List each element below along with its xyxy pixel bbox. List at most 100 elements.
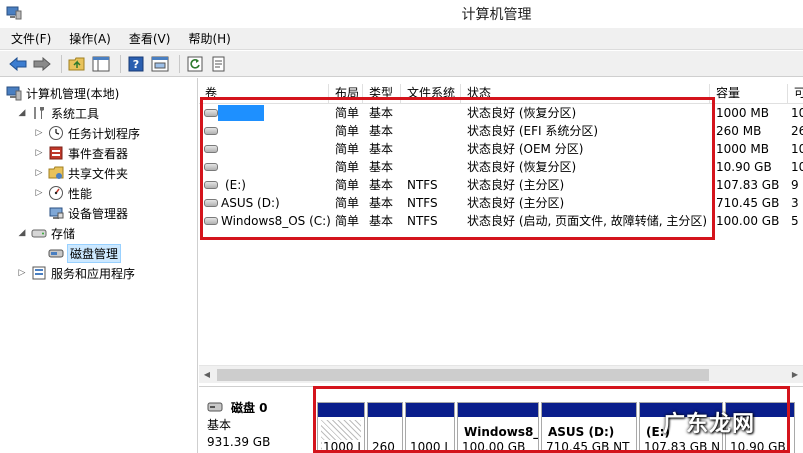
volume-row[interactable]: ASUS (D:) 简单 基本 NTFS 状态良好 (主分区) 710.45 G… [199, 194, 803, 212]
layout-cell: 简单 [335, 124, 360, 138]
column-volume[interactable]: 卷 [199, 84, 329, 104]
type-cell: 基本 [369, 196, 394, 210]
column-type[interactable]: 类型 [363, 84, 401, 104]
device-manager-icon [48, 205, 64, 221]
status-cell: 状态良好 (恢复分区) [467, 106, 577, 120]
volume-row[interactable]: Windows8_OS (C:) 简单 基本 NTFS 状态良好 (启动, 页面… [199, 212, 803, 230]
up-folder-icon[interactable] [67, 54, 87, 74]
layout-cell: 简单 [335, 196, 360, 210]
tree-item-disk-management[interactable]: 磁盘管理 [48, 243, 122, 263]
toolbar-separator [120, 54, 121, 73]
partition-bar [406, 403, 454, 417]
tree-item-event-viewer[interactable]: ▷ 事件查看器 [33, 143, 128, 163]
type-cell: 基本 [369, 160, 394, 174]
volume-row[interactable]: 简单 基本 状态良好 (恢复分区) 10.90 GB 10 [199, 158, 803, 176]
properties-icon[interactable] [150, 54, 170, 74]
status-cell: 状态良好 (主分区) [467, 196, 565, 210]
console-icon[interactable] [91, 54, 111, 74]
tree-item-device-manager[interactable]: 设备管理器 [48, 203, 128, 223]
menu-help[interactable]: 帮助(H) [185, 28, 233, 49]
expander-expanded-icon[interactable]: ◢ [16, 108, 28, 118]
watermark-text: 广东龙网 [663, 412, 756, 437]
capacity-cell: 100.00 GB [716, 214, 780, 228]
partition-block[interactable]: ASUS (D:) 710.45 GB NT [541, 402, 637, 453]
volume-row[interactable]: 简单 基本 状态良好 (OEM 分区) 1000 MB 10 [199, 140, 803, 158]
expander-collapsed-icon[interactable]: ▷ [33, 148, 45, 158]
tree-item-label: 存储 [51, 226, 76, 241]
type-cell: 基本 [369, 106, 394, 120]
capacity-cell: 710.45 GB [716, 196, 780, 210]
refresh-icon[interactable] [185, 54, 205, 74]
menu-file[interactable]: 文件(F) [8, 28, 54, 49]
menu-bar: 文件(F) 操作(A) 查看(V) 帮助(H) [0, 28, 803, 50]
drive-icon [204, 109, 218, 117]
disk-info[interactable]: 磁盘 0 基本 931.39 GB [207, 399, 307, 450]
partition-block[interactable]: 1000 I [317, 402, 365, 453]
tree-item-storage[interactable]: ◢ 存储 [16, 223, 75, 243]
toolbar: ? [0, 51, 803, 77]
scrollbar-thumb[interactable] [217, 369, 709, 381]
scroll-left-icon[interactable]: ◀ [201, 369, 213, 381]
partition-block[interactable]: Windows8_ 100.00 GB [457, 402, 539, 453]
capacity-cell: 260 MB [716, 124, 762, 138]
drive-icon [204, 145, 218, 153]
tools-icon [31, 105, 47, 121]
tree-item-services-and-applications[interactable]: ▷ 服务和应用程序 [16, 263, 135, 283]
back-icon[interactable] [8, 54, 28, 74]
menu-view[interactable]: 查看(V) [126, 28, 174, 49]
tree-item-task-scheduler[interactable]: ▷ 任务计划程序 [33, 123, 140, 143]
expander-collapsed-icon[interactable]: ▷ [33, 168, 45, 178]
export-icon[interactable] [209, 54, 229, 74]
drive-icon [204, 127, 218, 135]
tree-item-performance[interactable]: ▷ 性能 [33, 183, 92, 203]
expander-collapsed-icon[interactable]: ▷ [16, 268, 28, 278]
horizontal-scrollbar[interactable]: ◀ ▶ [199, 365, 803, 383]
volume-row[interactable]: 简单 基本 状态良好 (EFI 系统分区) 260 MB 26 [199, 122, 803, 140]
status-cell: 状态良好 (OEM 分区) [467, 142, 584, 156]
scroll-right-icon[interactable]: ▶ [789, 369, 801, 381]
partition-block[interactable]: 260 [367, 402, 403, 453]
drive-icon [204, 181, 218, 189]
column-layout[interactable]: 布局 [329, 84, 363, 104]
menu-action[interactable]: 操作(A) [66, 28, 114, 49]
partition-block[interactable]: 1000 I [405, 402, 455, 453]
volume-name-cell: Windows8_OS (C:) [221, 214, 331, 228]
column-filesystem[interactable]: 文件系统 [401, 84, 461, 104]
column-status[interactable]: 状态 [461, 84, 710, 104]
shared-folder-icon [48, 165, 64, 181]
status-cell: 状态良好 (EFI 系统分区) [467, 124, 599, 138]
help-icon[interactable]: ? [126, 54, 146, 74]
tree-item-label: 系统工具 [51, 106, 100, 121]
free-space-cell: 10 [791, 142, 803, 156]
volume-name-cell: (E:) [225, 178, 246, 192]
redacted-name-block [218, 105, 264, 121]
layout-cell: 简单 [335, 142, 360, 156]
tree-item-shared-folders[interactable]: ▷ 共享文件夹 [33, 163, 128, 183]
column-capacity[interactable]: 容量 [710, 84, 788, 104]
volume-row[interactable]: (E:) 简单 基本 NTFS 状态良好 (主分区) 107.83 GB 9 [199, 176, 803, 194]
volume-row[interactable]: 简单 基本 状态良好 (恢复分区) 1000 MB 10 [199, 104, 803, 122]
tree-item-computer-management[interactable]: 计算机管理(本地) [6, 83, 119, 103]
status-cell: 状态良好 (主分区) [467, 178, 565, 192]
forward-icon[interactable] [32, 54, 52, 74]
type-cell: 基本 [369, 142, 394, 156]
expander-expanded-icon[interactable]: ◢ [16, 228, 28, 238]
expander-collapsed-icon[interactable]: ▷ [33, 128, 45, 138]
svg-text:?: ? [133, 58, 139, 71]
expander-collapsed-icon[interactable]: ▷ [33, 188, 45, 198]
title-bar: 计算机管理 [0, 0, 803, 27]
partition-name: Windows8_ [464, 425, 539, 439]
tree-item-system-tools[interactable]: ◢ 系统工具 [16, 103, 99, 123]
partition-name: ASUS (D:) [548, 425, 615, 439]
free-space-cell: 5 [791, 214, 799, 228]
partition-size: 1000 I [322, 440, 362, 453]
tree-item-label: 磁盘管理 [66, 243, 122, 263]
partition-size: 10.90 GB [730, 440, 786, 453]
disk-kind: 基本 [207, 418, 232, 432]
capacity-cell: 107.83 GB [716, 178, 780, 192]
disk-label: 磁盘 0 [231, 401, 268, 415]
toolbar-separator [61, 54, 62, 73]
tree-item-label: 设备管理器 [68, 206, 129, 221]
column-free-space[interactable]: 可 [788, 84, 803, 104]
type-cell: 基本 [369, 124, 394, 138]
